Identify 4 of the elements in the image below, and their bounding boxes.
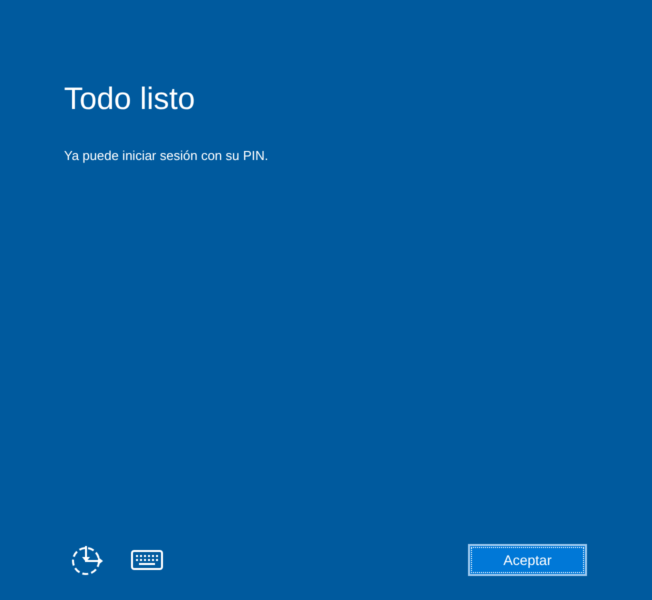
keyboard-icon[interactable] (131, 550, 163, 570)
message-text: Ya puede iniciar sesión con su PIN. (64, 148, 270, 163)
accept-button[interactable]: Aceptar (468, 544, 587, 576)
page-title: Todo listo (64, 80, 196, 118)
